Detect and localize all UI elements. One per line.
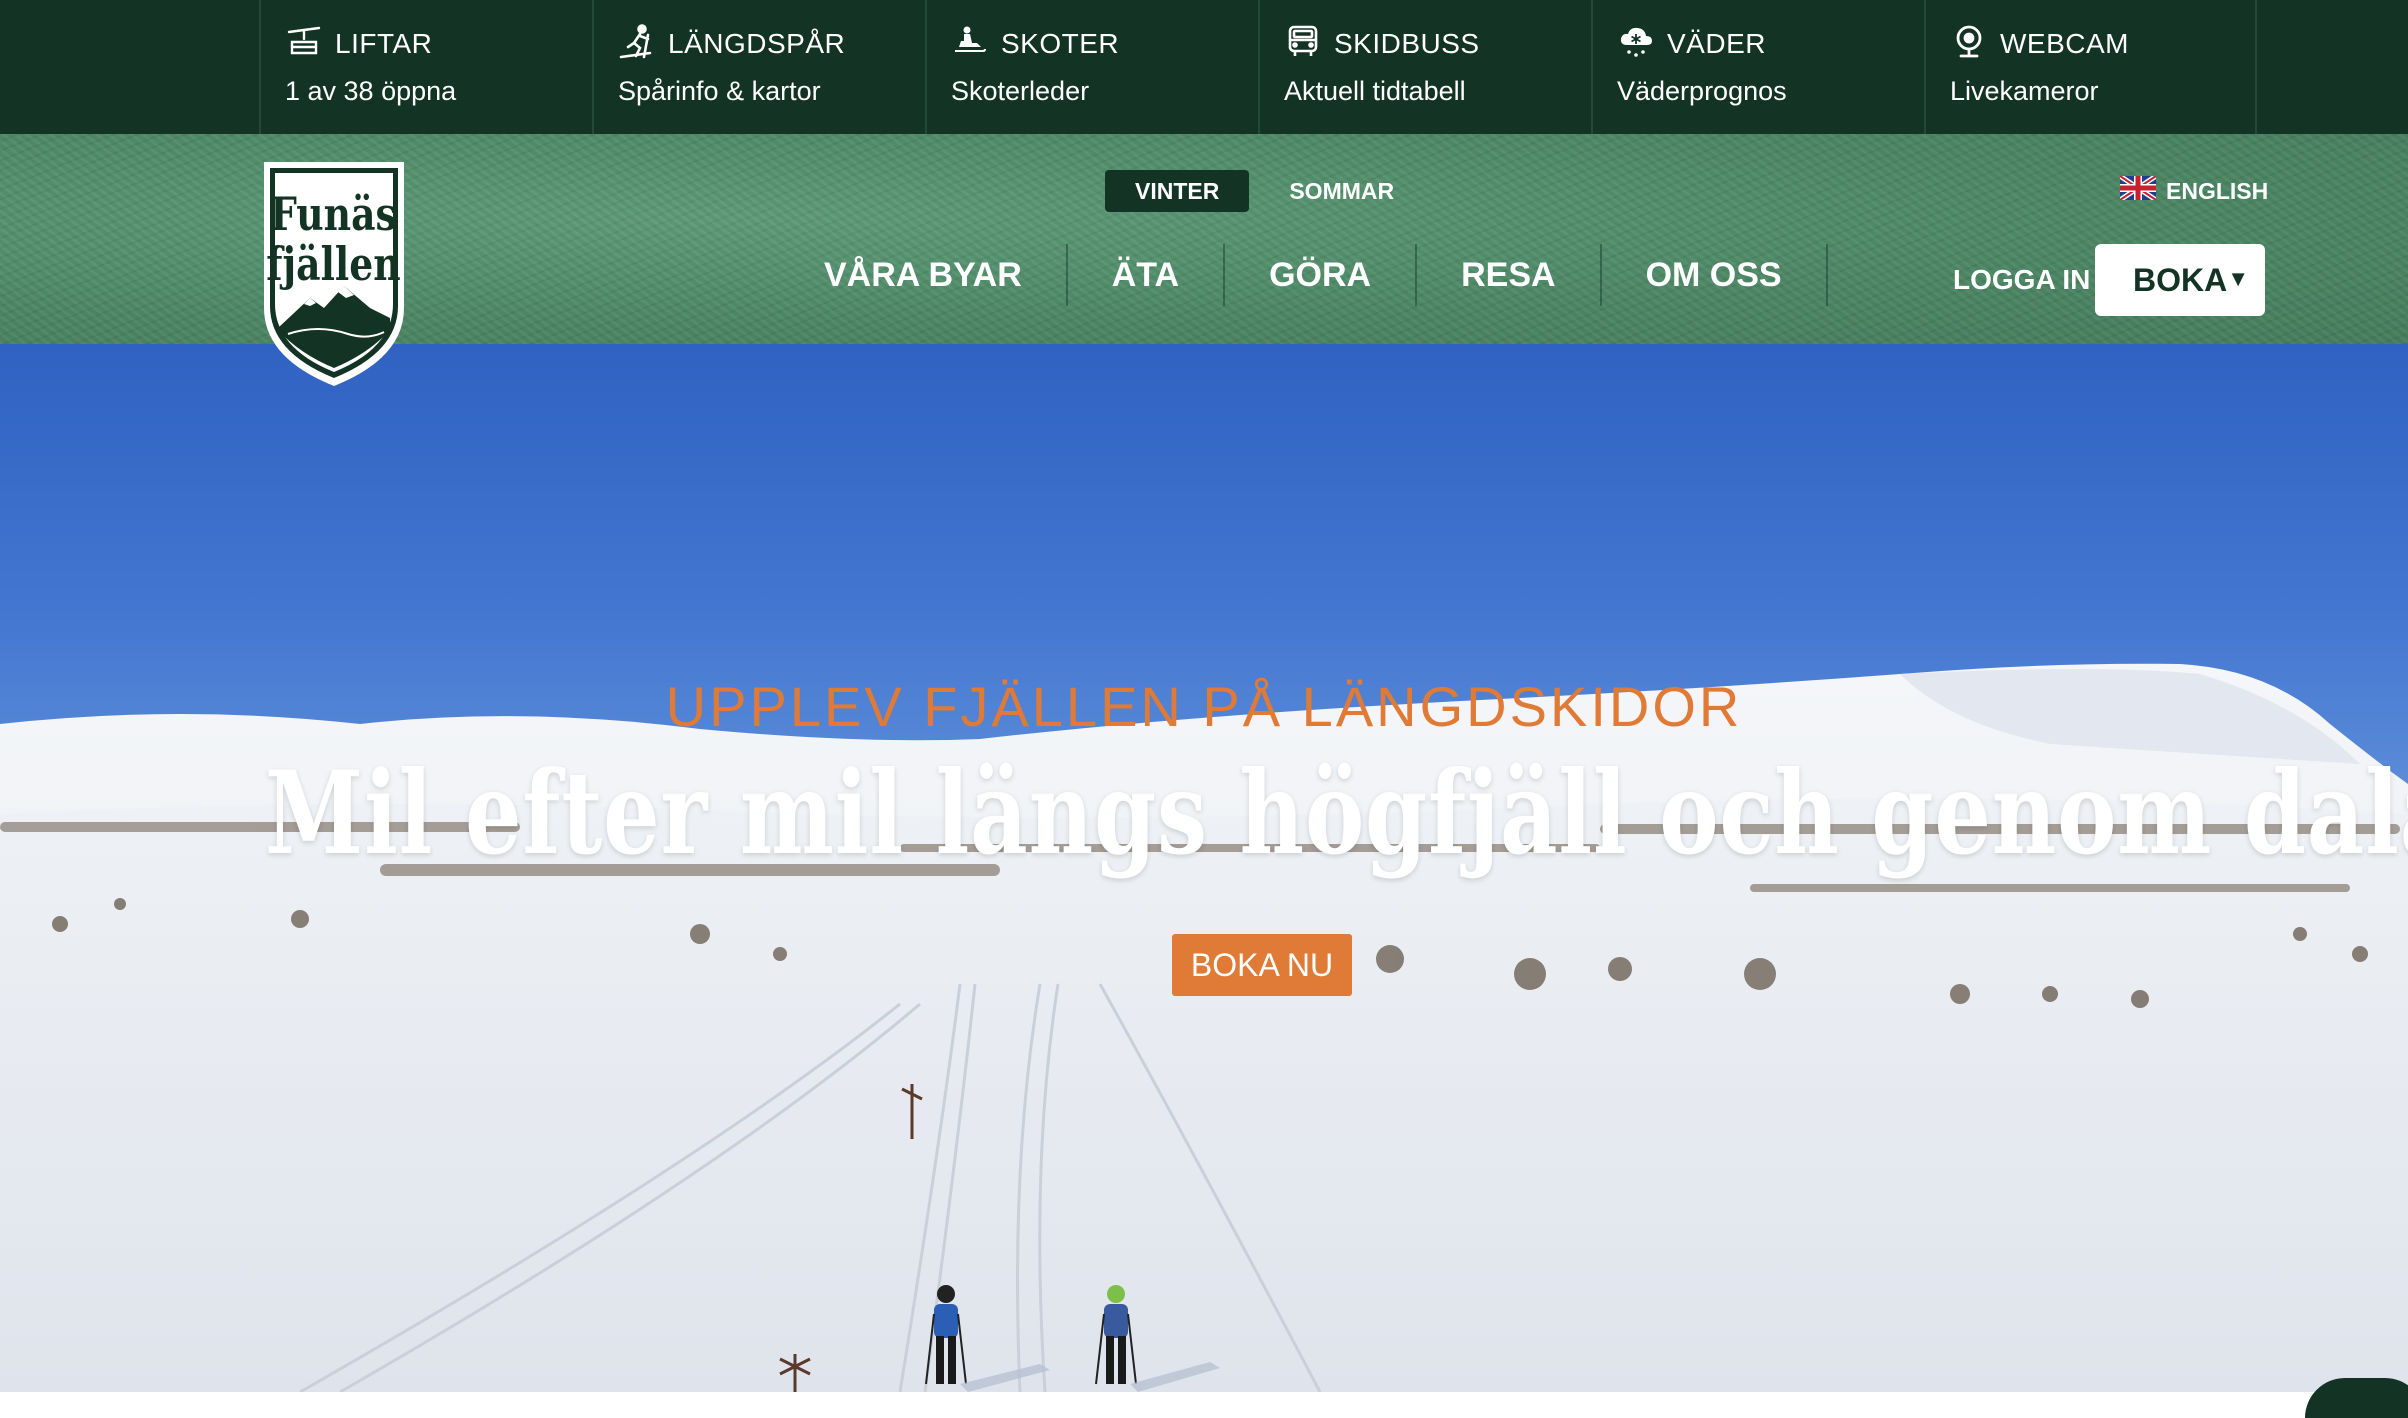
info-item-subtitle: Aktuell tidtabell xyxy=(1284,76,1466,106)
info-item-skidbuss[interactable]: SKIDBUSS Aktuell tidtabell xyxy=(1258,0,1591,134)
info-item-skoter[interactable]: SKOTER Skoterleder xyxy=(925,0,1258,134)
language-label: ENGLISH xyxy=(2166,177,2269,204)
info-bar-items: LIFTAR 1 av 38 öppna LÄNGDSPÅR Spårinfo … xyxy=(259,0,2259,134)
hero-kicker: UPPLEV FJÄLLEN PÅ LÄNGDSKIDOR xyxy=(665,675,1743,738)
cross-country-skier-icon xyxy=(618,23,656,66)
funasfjallen-logo[interactable]: Funäs fjällen xyxy=(258,158,410,390)
uk-flag-icon xyxy=(2118,173,2158,206)
info-item-head: SKOTER xyxy=(951,22,1258,66)
snowmobile-icon xyxy=(951,23,989,66)
book-button-label: BOKA xyxy=(2133,261,2228,298)
info-item-webcam[interactable]: WEBCAM Livekameror xyxy=(1924,0,2257,134)
info-item-title: VÄDER xyxy=(1667,28,1766,59)
info-item-head: VÄDER xyxy=(1617,22,1924,66)
weather-cloud-snow-icon xyxy=(1617,23,1655,66)
info-item-head: LÄNGDSPÅR xyxy=(618,22,925,66)
nav-vara-byar[interactable]: VÅRA BYAR xyxy=(780,244,1068,306)
info-item-subtitle: Skoterleder xyxy=(951,76,1090,106)
hero-section: UPPLEV FJÄLLEN PÅ LÄNGDSKIDOR Mil efter … xyxy=(0,344,2408,1392)
info-item-subtitle: 1 av 38 öppna xyxy=(285,76,457,106)
info-item-subtitle: Spårinfo & kartor xyxy=(618,76,821,106)
info-bar: LIFTAR 1 av 38 öppna LÄNGDSPÅR Spårinfo … xyxy=(0,0,2408,134)
login-link[interactable]: LOGGA IN xyxy=(1953,264,2090,296)
info-item-liftar[interactable]: LIFTAR 1 av 38 öppna xyxy=(259,0,592,134)
info-item-title: LÄNGDSPÅR xyxy=(668,28,846,59)
nav-gora[interactable]: GÖRA xyxy=(1225,244,1418,306)
season-toggle: VINTER SOMMAR xyxy=(1105,170,1424,212)
info-item-title: LIFTAR xyxy=(335,28,433,59)
main-nav: VÅRA BYAR ÄTA GÖRA RESA OM OSS xyxy=(780,244,1828,306)
season-summer-button[interactable]: SOMMAR xyxy=(1259,170,1424,212)
chevron-down-icon: ▼ xyxy=(2227,266,2249,291)
info-item-head: WEBCAM xyxy=(1950,22,2255,66)
logo-text-line1: Funäs xyxy=(270,187,397,241)
info-item-title: WEBCAM xyxy=(2000,28,2129,59)
hero-title: Mil efter mil längs högfjäll och genom d… xyxy=(264,746,2408,880)
logo-text-line2: fjällen xyxy=(266,237,400,291)
nav-om-oss[interactable]: OM OSS xyxy=(1602,244,1828,306)
info-item-title: SKIDBUSS xyxy=(1334,28,1480,59)
info-item-title: SKOTER xyxy=(1001,28,1120,59)
ski-lift-icon xyxy=(285,23,323,66)
season-winter-button[interactable]: VINTER xyxy=(1105,170,1250,212)
info-item-vader[interactable]: VÄDER Väderprognos xyxy=(1591,0,1924,134)
webcam-icon xyxy=(1950,23,1988,66)
language-switch[interactable]: ENGLISH xyxy=(2118,173,2269,206)
book-dropdown-button[interactable]: BOKA ▼ xyxy=(2095,244,2265,316)
nav-resa[interactable]: RESA xyxy=(1417,244,1602,306)
nav-ata[interactable]: ÄTA xyxy=(1068,244,1226,306)
bus-icon xyxy=(1284,23,1322,66)
info-item-head: LIFTAR xyxy=(285,22,592,66)
info-item-subtitle: Livekameror xyxy=(1950,76,2099,106)
info-item-subtitle: Väderprognos xyxy=(1617,76,1787,106)
book-now-button[interactable]: BOKA NU xyxy=(1172,934,1352,996)
info-item-langdspar[interactable]: LÄNGDSPÅR Spårinfo & kartor xyxy=(592,0,925,134)
info-item-head: SKIDBUSS xyxy=(1284,22,1591,66)
